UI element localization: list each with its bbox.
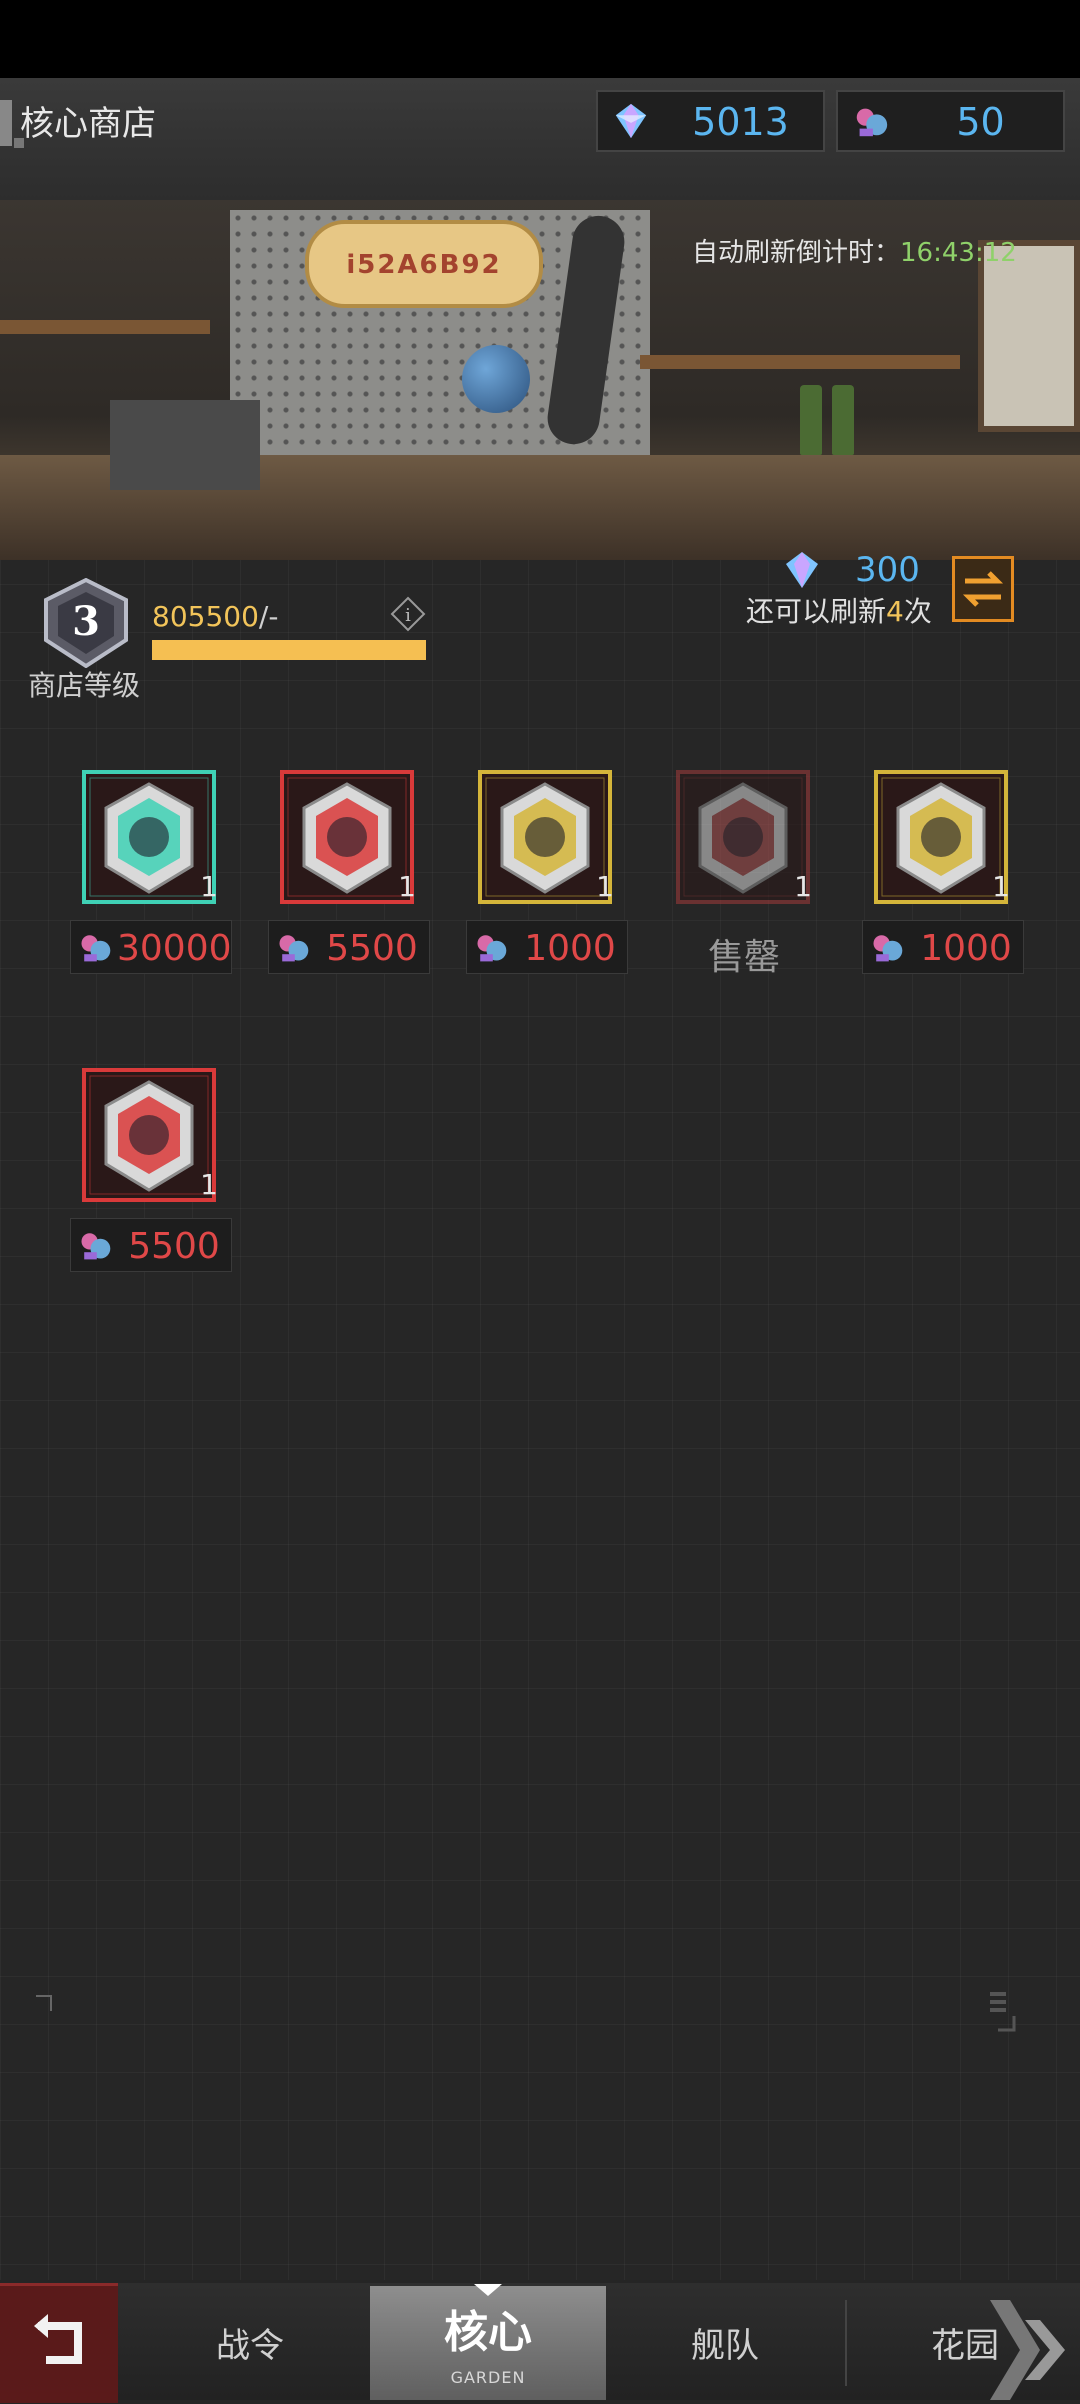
gem-amount: 5013 xyxy=(692,100,789,144)
refresh-remaining-suffix: 次 xyxy=(903,595,932,628)
shop-exp-text: 805500/- xyxy=(152,600,278,633)
title-accent xyxy=(0,100,12,146)
shop-exp-max: /- xyxy=(258,600,279,633)
core-parts-icon xyxy=(873,935,903,962)
bottle xyxy=(800,385,822,455)
refresh-countdown: 自动刷新倒计时：16:43:12 xyxy=(692,232,1017,269)
core-parts-icon xyxy=(279,935,309,962)
tab-fleet[interactable]: 舰队 xyxy=(645,2318,805,2367)
shop-level-label: 商店等级 xyxy=(28,669,141,702)
active-tab-indicator xyxy=(474,2284,502,2296)
sword-badge-icon xyxy=(82,1068,216,1202)
core-amount: 50 xyxy=(956,100,1005,144)
page-title: 核心商店 xyxy=(20,104,156,144)
back-button[interactable] xyxy=(0,2283,118,2403)
refresh-arrows-icon xyxy=(962,571,1004,607)
countdown-label: 自动刷新倒计时： xyxy=(692,238,901,268)
shop-exp-fill xyxy=(152,640,426,660)
tab-core-label: 核心 xyxy=(444,2307,532,2358)
item-price: 1000 xyxy=(466,920,628,974)
blue-figure-badge-icon xyxy=(280,770,414,904)
shop-level-number: 3 xyxy=(72,598,100,645)
shelf-left xyxy=(0,320,210,334)
core-parts-icon xyxy=(856,108,888,137)
item-price-value: 5500 xyxy=(128,1226,220,1267)
item-price-value: 30000 xyxy=(117,928,232,969)
item-price-value: 1000 xyxy=(920,928,1012,969)
corner-bars-icon xyxy=(990,1992,1016,2032)
gem-currency[interactable]: 5013 xyxy=(596,90,825,152)
core-currency[interactable]: 50 xyxy=(836,90,1065,152)
tab-core[interactable]: 核心 GARDEN xyxy=(370,2284,606,2400)
green-sword-badge-icon xyxy=(478,770,612,904)
shop-header: 核心商店 5013 50 xyxy=(0,78,1080,200)
refresh-button[interactable] xyxy=(952,556,1014,622)
core-parts-icon xyxy=(81,1233,111,1260)
item-quantity: 1 xyxy=(398,870,416,903)
shop-exp-value: 805500 xyxy=(152,600,259,633)
core-parts-icon xyxy=(81,935,111,962)
purple-core-badge-icon xyxy=(82,770,216,904)
cash-register xyxy=(110,400,260,490)
corner-marker xyxy=(36,1995,52,2011)
item-price: 5500 xyxy=(70,1218,232,1272)
crystal-gem-icon xyxy=(615,103,647,139)
wrench-badge-icon xyxy=(676,770,810,904)
back-arrow-icon xyxy=(34,2314,82,2364)
nav-more-arrows-icon[interactable] xyxy=(980,2300,1080,2400)
globe xyxy=(462,345,530,413)
cat-badge-icon xyxy=(874,770,1008,904)
refresh-remaining-prefix: 还可以刷新 xyxy=(746,595,887,628)
refresh-remaining-count: 4 xyxy=(886,595,904,628)
bottle xyxy=(832,385,854,455)
refresh-remaining: 还可以刷新4次 xyxy=(746,590,932,630)
core-parts-icon xyxy=(477,935,507,962)
item-price: 5500 xyxy=(268,920,430,974)
info-icon[interactable]: i xyxy=(390,596,426,632)
item-price-value: 1000 xyxy=(524,928,616,969)
crystal-gem-icon xyxy=(786,552,818,588)
tab-battle-pass[interactable]: 战令 xyxy=(170,2318,330,2367)
store-sign-text: i52A6B92 xyxy=(346,250,502,280)
status-bar xyxy=(0,0,1080,78)
refresh-cost: 300 xyxy=(855,550,920,590)
shop-exp-bar xyxy=(152,640,426,660)
item-quantity: 1 xyxy=(200,1168,218,1201)
item-price: 30000 xyxy=(70,920,232,974)
countdown-value: 16:43:12 xyxy=(900,238,1017,268)
item-price-value: 5500 xyxy=(326,928,418,969)
item-price: 1000 xyxy=(862,920,1024,974)
store-sign: i52A6B92 xyxy=(305,220,543,308)
item-quantity: 1 xyxy=(200,870,218,903)
nav-divider xyxy=(845,2300,847,2386)
item-quantity: 1 xyxy=(596,870,614,903)
sold-out-label: 售罄 xyxy=(707,937,780,978)
item-quantity: 1 xyxy=(794,870,812,903)
item-quantity: 1 xyxy=(992,870,1010,903)
tab-core-sublabel: GARDEN xyxy=(450,2368,526,2387)
svg-text:i: i xyxy=(405,605,411,626)
shelf-right xyxy=(640,355,960,369)
